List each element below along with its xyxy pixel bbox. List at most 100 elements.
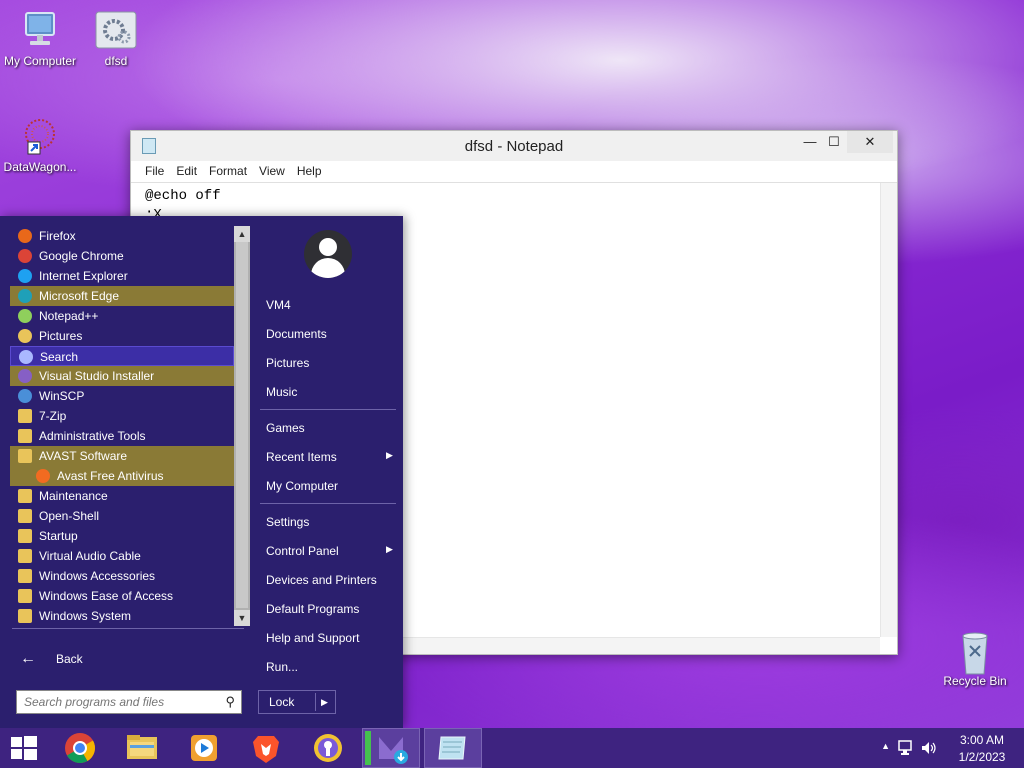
program-label: Internet Explorer (39, 269, 128, 283)
volume-icon[interactable] (920, 740, 938, 756)
chrome-icon (65, 733, 96, 764)
clock[interactable]: 3:00 AM 1/2/2023 (952, 732, 1012, 766)
start-right-item[interactable]: Pictures (266, 356, 309, 370)
clock-time: 3:00 AM (959, 733, 1005, 747)
program-label: Avast Free Antivirus (57, 469, 164, 483)
search-input[interactable] (17, 691, 213, 713)
submenu-arrow-icon: ▶ (386, 544, 393, 554)
program-item[interactable]: Search (10, 346, 234, 366)
program-item[interactable]: Pictures (10, 326, 234, 346)
program-item[interactable]: Maintenance (10, 486, 234, 506)
search-icon[interactable]: ⚲ (225, 694, 235, 710)
menu-format[interactable]: Format (203, 161, 253, 181)
program-item[interactable]: Windows System (10, 606, 234, 626)
program-label: Visual Studio Installer (39, 369, 155, 383)
back-label: Back (56, 652, 83, 666)
program-item[interactable]: WinSCP (10, 386, 234, 406)
start-right-item[interactable]: Default Programs (266, 602, 359, 616)
program-item[interactable]: Visual Studio Installer (10, 366, 234, 386)
taskbar-media-player[interactable] (180, 728, 228, 768)
lock-options-arrow-icon[interactable]: ▶ (321, 691, 328, 713)
computer-icon (18, 10, 62, 50)
show-hidden-icons-icon[interactable]: ▲ (881, 741, 890, 751)
program-item[interactable]: Internet Explorer (10, 266, 234, 286)
program-label: 7-Zip (39, 409, 67, 423)
user-avatar[interactable] (304, 230, 352, 278)
datawagon-icon (18, 116, 62, 156)
desktop-icon-recycle-bin[interactable]: Recycle Bin (935, 630, 1015, 688)
start-right-item[interactable]: Devices and Printers (266, 573, 377, 587)
start-right-item[interactable]: Help and Support (266, 631, 359, 645)
desktop-icon-label: DataWagon... (3, 160, 77, 174)
taskbar-chrome[interactable] (56, 728, 104, 768)
start-right-item[interactable]: Recent Items ▶ (266, 450, 393, 464)
notepad-titlebar[interactable]: dfsd - Notepad — ☐ ✕ (131, 131, 897, 161)
program-item[interactable]: Avast Free Antivirus (10, 466, 234, 486)
program-item[interactable]: Notepad++ (10, 306, 234, 326)
program-label: WinSCP (39, 389, 85, 403)
taskbar-installer[interactable] (362, 728, 420, 768)
start-search-box[interactable]: ⚲ (16, 690, 242, 714)
menu-edit[interactable]: Edit (170, 161, 203, 181)
desktop-icon-datawagon[interactable]: DataWagon... (0, 116, 80, 174)
back-button[interactable]: ← Back (12, 648, 242, 670)
desktop-icon-dfsd[interactable]: dfsd (76, 10, 156, 68)
start-right-item[interactable]: VM4 (266, 298, 291, 312)
back-arrow-icon: ← (20, 650, 36, 667)
program-item[interactable]: Virtual Audio Cable (10, 546, 234, 566)
lock-button[interactable]: Lock ▶ (258, 690, 336, 714)
media-player-icon (191, 735, 217, 761)
start-right-item-label: My Computer (266, 479, 339, 493)
folder-icon (18, 529, 32, 543)
start-right-item[interactable]: Documents (266, 327, 327, 341)
vertical-scrollbar[interactable] (880, 183, 897, 637)
program-item[interactable]: Firefox (10, 226, 234, 246)
desktop-icon-my-computer[interactable]: My Computer (0, 10, 80, 68)
program-item[interactable]: Google Chrome (10, 246, 234, 266)
program-item[interactable]: Open-Shell (10, 506, 234, 526)
program-item[interactable]: Startup (10, 526, 234, 546)
ie-icon (18, 269, 32, 283)
menu-view[interactable]: View (253, 161, 291, 181)
start-right-item-label: Settings (266, 515, 310, 529)
start-right-item-label: Music (266, 385, 298, 399)
program-label: Windows Ease of Access (39, 589, 174, 603)
start-right-item-label: Documents (266, 327, 327, 341)
start-right-item[interactable]: My Computer (266, 479, 338, 493)
start-right-item[interactable]: Music (266, 385, 297, 399)
close-button[interactable]: ✕ (847, 131, 893, 153)
taskbar-file-explorer[interactable] (118, 728, 166, 768)
installer-icon (365, 731, 408, 765)
scroll-up-arrow-icon[interactable]: ▲ (234, 226, 250, 242)
program-item[interactable]: Microsoft Edge (10, 286, 234, 306)
taskbar-keepass[interactable] (304, 728, 352, 768)
program-list-scrollbar[interactable]: ▲ ▼ (234, 226, 250, 626)
program-item[interactable]: Administrative Tools (10, 426, 234, 446)
start-menu-places-pane: VM4 Documents Pictures Music Games Recent Ite… (254, 216, 403, 728)
menu-help[interactable]: Help (291, 161, 328, 181)
program-label: Search (40, 350, 79, 364)
start-right-item-label: VM4 (266, 298, 291, 312)
program-label: Microsoft Edge (39, 289, 120, 303)
program-item[interactable]: Windows Ease of Access (10, 586, 234, 606)
menu-file[interactable]: File (139, 161, 170, 181)
start-right-item[interactable]: Settings (266, 515, 309, 529)
network-icon[interactable] (898, 740, 916, 756)
file-explorer-icon (127, 735, 157, 759)
start-right-item[interactable]: Games (266, 421, 305, 435)
folder-icon (18, 449, 32, 463)
avast-icon (36, 469, 50, 483)
start-right-item[interactable]: Run... (266, 660, 298, 674)
taskbar-notepad[interactable] (424, 728, 482, 768)
program-item[interactable]: AVAST Software (10, 446, 234, 466)
start-right-item[interactable]: Control Panel ▶ (266, 544, 393, 558)
program-item[interactable]: 7-Zip (10, 406, 234, 426)
program-item[interactable]: Windows Accessories (10, 566, 234, 586)
start-button[interactable] (0, 728, 48, 768)
lock-label: Lock (269, 695, 295, 709)
program-label: Maintenance (39, 489, 108, 503)
taskbar-brave[interactable] (242, 728, 290, 768)
notepad-icon (438, 736, 466, 760)
scroll-down-arrow-icon[interactable]: ▼ (234, 610, 250, 626)
scrollbar-thumb[interactable] (236, 242, 248, 608)
